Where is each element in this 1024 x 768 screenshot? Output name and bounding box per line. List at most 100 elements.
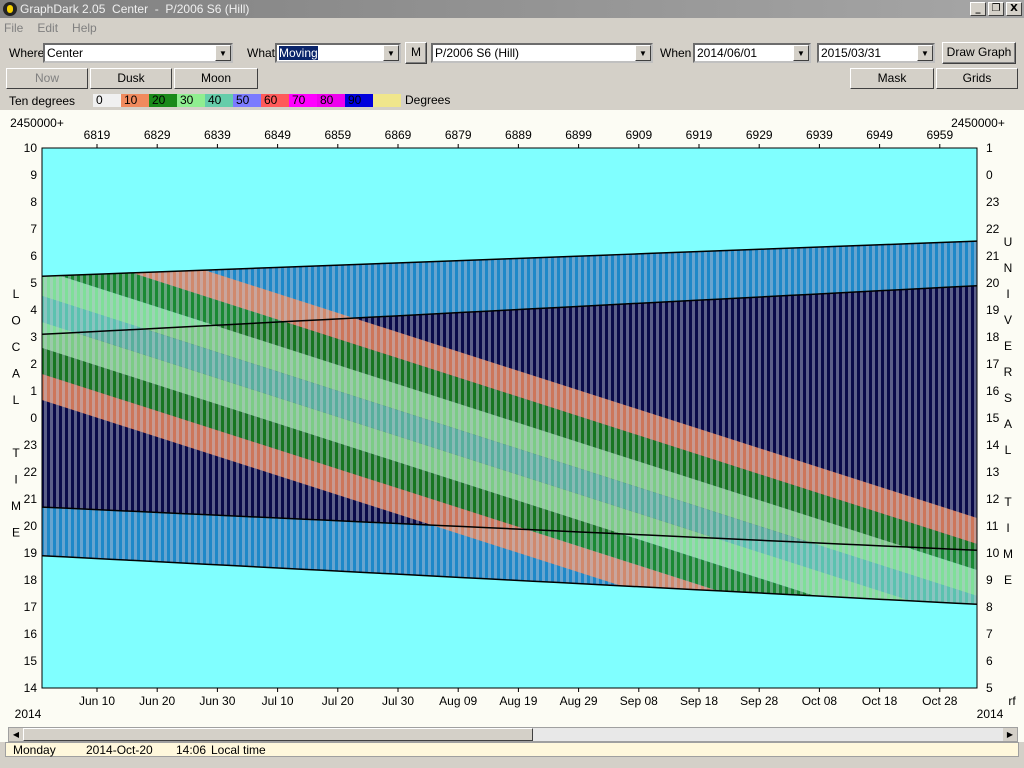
status-mode: Local time [211,743,266,757]
moon-button[interactable]: Moon [174,68,258,89]
menu-edit[interactable]: Edit [37,21,58,35]
right-axis-letter: I [1006,287,1009,301]
start-date-select[interactable]: 2014/06/01 ▼ [693,43,811,63]
right-hour-label: 14 [986,438,1000,452]
when-label: When [660,46,692,60]
what-label: What [247,46,276,60]
what-select[interactable]: Moving ▼ [275,43,401,63]
left-hour-label: 4 [30,303,37,317]
left-hour-label: 19 [24,546,38,560]
status-time: 14:06 [176,743,207,757]
right-axis-letter: L [1005,443,1012,457]
end-date-value: 2015/03/31 [821,46,882,60]
jd-tick-label: 6879 [445,128,472,142]
date-tick-label: Jul 10 [262,694,294,708]
menu-file[interactable]: File [4,21,23,35]
date-tick-label: Jun 20 [139,694,175,708]
chevron-down-icon[interactable]: ▼ [383,45,399,61]
window-title: GraphDark 2.05 Center - P/2006 S6 (Hill) [20,2,250,16]
horizontal-scrollbar[interactable]: ◀ ▶ [8,727,1018,742]
chevron-down-icon[interactable]: ▼ [635,45,651,61]
right-axis-letter: E [1004,339,1012,353]
what-value: Moving [279,46,318,60]
left-hour-label: 9 [30,168,37,182]
corner-label: rf [1008,694,1016,708]
date-tick-label: Aug 29 [560,694,598,708]
jd-tick-label: 6889 [505,128,532,142]
chart-svg[interactable]: 2450000+ 2450000+6819 6829 6839 6849 6859 6869… [0,110,1024,726]
right-hour-label: 21 [986,249,1000,263]
left-axis-letter: T [12,446,20,460]
close-button[interactable]: X [1006,2,1022,16]
menu-help[interactable]: Help [72,21,97,35]
start-date-value: 2014/06/01 [697,46,758,60]
right-hour-label: 18 [986,330,1000,344]
jd-tick-label: 6909 [625,128,652,142]
draw-graph-button[interactable]: Draw Graph [942,42,1016,64]
visibility-chart[interactable]: 2450000+ 2450000+ 6819 6829 6839 6849 6859 6869… [0,110,1024,742]
left-hour-label: 6 [30,249,37,263]
jd-tick-label: 6829 [144,128,171,142]
right-hour-label: 9 [986,573,993,587]
right-axis-letter: A [1004,417,1012,431]
right-axis-letter: S [1004,391,1012,405]
date-tick-label: Oct 28 [922,694,958,708]
mask-button[interactable]: Mask [850,68,934,89]
left-hour-label: 22 [24,465,38,479]
legend-band: 90 [345,94,373,107]
jd-tick-label: 6859 [324,128,351,142]
right-axis-letter: N [1004,261,1013,275]
object-select[interactable]: P/2006 S6 (Hill) ▼ [431,43,653,63]
right-axis-letter: R [1004,365,1013,379]
left-hour-label: 15 [24,654,38,668]
date-tick-label: Jun 10 [79,694,115,708]
right-hour-label: 23 [986,195,1000,209]
legend-unit: Degrees [405,93,451,107]
end-date-select[interactable]: 2015/03/31 ▼ [817,43,935,63]
left-hour-label: 10 [24,141,38,155]
legend-band: 10 [121,94,149,107]
right-hour-label: 19 [986,303,1000,317]
legend-bar: Ten degrees 0 10 20 30 40 50 60 70 80 90 Degrees [0,92,1024,109]
scrollbar-thumb[interactable] [23,728,533,741]
legend-band: 20 [149,94,177,107]
right-axis-letter: E [1004,573,1012,587]
left-hour-label: 18 [24,573,38,587]
jd-tick-label: 6959 [926,128,953,142]
dusk-button[interactable]: Dusk [90,68,172,89]
left-axis-letter: C [12,340,21,354]
left-axis-letter: A [12,367,20,381]
minimize-button[interactable]: _ [970,2,986,16]
right-hour-label: 13 [986,465,1000,479]
scroll-left-icon[interactable]: ◀ [9,728,23,741]
jd-prefix-right: 2450000+ [951,116,1005,130]
where-value: Center [47,46,84,60]
left-hour-label: 17 [24,600,38,614]
date-tick-label: Sep 18 [680,694,718,708]
left-axis-letter: E [12,526,20,540]
status-day: Monday [13,743,56,757]
legend-band: 40 [205,94,233,107]
chevron-down-icon[interactable]: ▼ [917,45,933,61]
right-axis-letter: U [1004,235,1013,249]
now-button[interactable]: Now [6,68,88,89]
left-axis-letter: M [11,499,21,513]
jd-tick-label: 6919 [686,128,713,142]
date-tick-label: Jul 30 [382,694,414,708]
left-hour-label: 21 [24,492,38,506]
date-tick-label: Oct 08 [802,694,838,708]
chevron-down-icon[interactable]: ▼ [215,45,231,61]
restore-button[interactable]: ❐ [988,2,1004,16]
grids-button[interactable]: Grids [936,68,1018,89]
legend-band: 70 [289,94,317,107]
chevron-down-icon[interactable]: ▼ [793,45,809,61]
jd-tick-label: 6899 [565,128,592,142]
m-button[interactable]: M [405,42,427,64]
jd-prefix-left: 2450000+ [10,116,64,130]
where-label: Where [9,46,45,60]
jd-tick-label: 6839 [204,128,231,142]
date-tick-label: Aug 19 [499,694,537,708]
where-select[interactable]: Center ▼ [43,43,233,63]
scroll-right-icon[interactable]: ▶ [1003,728,1017,741]
left-hour-label: 23 [24,438,38,452]
